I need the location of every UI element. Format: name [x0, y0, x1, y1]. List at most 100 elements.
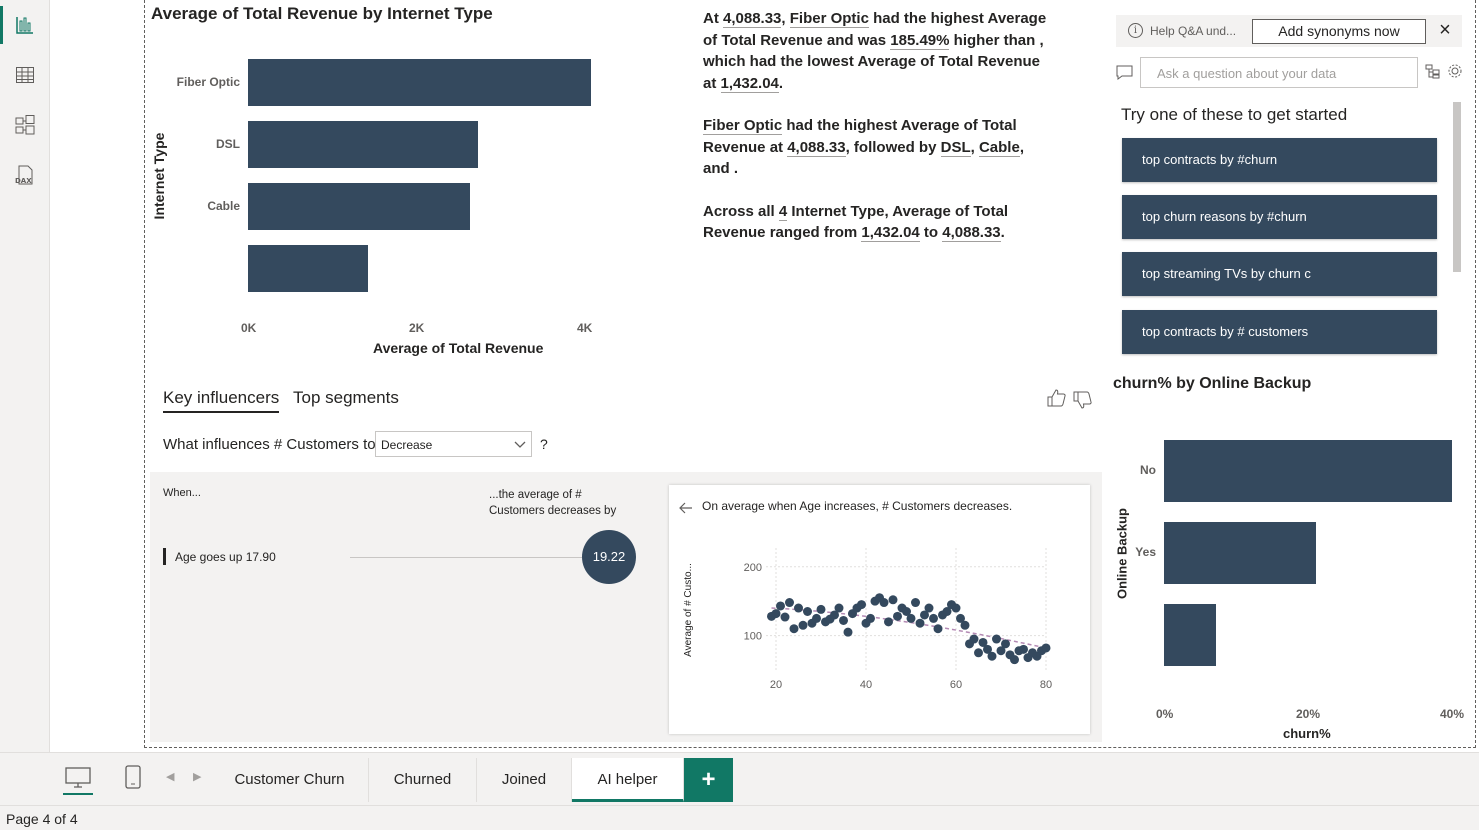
page-tab-churned[interactable]: Churned — [369, 758, 477, 802]
gear-icon[interactable] — [1447, 63, 1463, 79]
info-icon: i — [1128, 23, 1143, 38]
scatter-point — [884, 617, 893, 627]
report-view-button[interactable] — [0, 2, 50, 48]
bar[interactable] — [248, 183, 471, 230]
ki-help-mark[interactable]: ? — [540, 436, 548, 452]
narrative-text: At — [703, 10, 723, 27]
suggestion-button[interactable]: top contracts by # customers — [1122, 310, 1437, 354]
x-tick-label: 40% — [1440, 707, 1465, 721]
tab-top-segments[interactable]: Top segments — [293, 388, 399, 408]
qa-help-bar: i Help Q&A und... Add synonyms now × — [1116, 15, 1462, 47]
y-axis-title: Average of # Custo... — [683, 563, 694, 657]
scatter-point — [834, 603, 844, 613]
desktop-layout-button[interactable] — [63, 763, 93, 795]
table-view-button[interactable] — [0, 52, 50, 98]
scatter-point — [839, 615, 848, 625]
narrative-paragraph-1: At 4,088.33, Fiber Optic had the highest… — [703, 8, 1048, 94]
scatter-point — [857, 600, 866, 610]
add-synonyms-button[interactable]: Add synonyms now — [1252, 19, 1426, 44]
page-tab-ai-helper[interactable]: AI helper — [572, 758, 684, 802]
close-icon[interactable]: × — [1435, 19, 1455, 43]
bar[interactable] — [248, 245, 369, 292]
tab-key-influencers[interactable]: Key influencers — [163, 388, 280, 413]
qa-help: i Help Q&A und... — [1128, 23, 1236, 38]
narrative-text: to — [919, 224, 943, 241]
suggestion-button[interactable]: top contracts by #churn — [1122, 138, 1437, 182]
scatter-point — [911, 598, 920, 608]
ki-average-label: ...the average of # Customers decreases … — [489, 489, 617, 517]
narrative-text: . — [1000, 224, 1005, 241]
x-tick-label: 2K — [409, 321, 425, 335]
scatter-point — [924, 603, 934, 613]
scatter-point — [798, 620, 808, 630]
dax-query-button[interactable]: DAX — [0, 152, 50, 198]
x-tick-label: 4K — [577, 321, 593, 335]
narrative-value: 4,088.33 — [787, 138, 846, 157]
scatter-point — [771, 609, 781, 619]
narrative-paragraph-3: Across all 4 Internet Type, Average of T… — [703, 201, 1048, 244]
svg-text:DAX: DAX — [15, 177, 32, 185]
influencer-value-bubble[interactable]: 19.22 — [582, 530, 636, 584]
y-tick-label: 100 — [744, 631, 762, 643]
ki-direction-dropdown[interactable]: Decrease — [375, 431, 532, 457]
page-tab-customer-churn[interactable]: Customer Churn — [211, 758, 369, 802]
phone-icon[interactable] — [125, 765, 141, 789]
x-axis-title: Average of Total Revenue — [373, 340, 544, 356]
ki-selected-value: Decrease — [381, 438, 433, 452]
suggestions-title: Try one of these to get started — [1121, 105, 1348, 124]
model-view-button[interactable] — [0, 102, 50, 148]
category-label: DSL — [216, 136, 240, 151]
suggestion-button[interactable]: top streaming TVs by churn c — [1122, 252, 1437, 296]
narrative-paragraph-2: Fiber Optic had the highest Average of T… — [703, 115, 1048, 180]
narrative-value: Fiber Optic — [703, 117, 783, 135]
narrative-text: . — [778, 74, 784, 92]
scroll-right-icon[interactable]: ▶ — [193, 770, 201, 783]
qa-question-input[interactable]: Ask a question about your data — [1140, 57, 1418, 88]
monitor-icon — [65, 767, 91, 788]
narrative-value: 4,088.33 — [723, 10, 782, 28]
scatter-point — [933, 624, 943, 634]
bar[interactable] — [248, 121, 478, 168]
scatter-point — [879, 598, 889, 608]
scatter-point — [785, 598, 794, 608]
ki-detail-card: On average when Age increases, # Custome… — [669, 485, 1090, 734]
scatter-point — [812, 613, 821, 623]
bar[interactable] — [1164, 440, 1452, 502]
scatter-point — [803, 607, 812, 616]
qa-help-text: Help Q&A und... — [1150, 23, 1237, 38]
narrative-text: , followed by — [845, 138, 941, 156]
chevron-down-icon — [514, 441, 526, 448]
bar[interactable] — [1164, 604, 1216, 666]
arrow-left-icon[interactable] — [679, 502, 693, 514]
suggestion-button[interactable]: top churn reasons by #churn — [1122, 195, 1437, 239]
bar[interactable] — [1164, 522, 1317, 584]
ki-question-label: What influences # Customers to — [163, 436, 376, 453]
scatter-point — [1001, 639, 1010, 649]
scatter-point — [906, 613, 916, 623]
smart-narrative[interactable]: At 4,088.33, Fiber Optic had the highest… — [703, 8, 1048, 265]
x-tick-label: 40 — [860, 679, 872, 691]
page-tab-joined[interactable]: Joined — [477, 758, 572, 802]
add-page-button[interactable]: + — [684, 758, 733, 802]
scatter-point — [960, 620, 970, 630]
detail-header: On average when Age increases, # Custome… — [702, 499, 1013, 513]
scatter-point — [776, 601, 785, 611]
view-rail: DAX — [0, 0, 50, 805]
scatter-point — [969, 634, 979, 644]
thumbs-down-icon[interactable] — [1073, 391, 1092, 409]
scroll-left-icon[interactable]: ◀ — [166, 770, 174, 783]
narrative-value: 1,432.04 — [720, 74, 779, 93]
scatter-point — [987, 651, 997, 661]
model-view-icon — [15, 115, 35, 135]
suggestions-scrollbar[interactable] — [1453, 102, 1461, 272]
status-bar: Page 4 of 4 — [0, 805, 1479, 830]
scatter-point — [843, 627, 853, 637]
bar[interactable] — [248, 59, 591, 106]
field-list-icon[interactable] — [1425, 64, 1440, 79]
scatter-point — [888, 595, 898, 605]
comment-icon — [1116, 65, 1133, 80]
category-label: Cable — [207, 198, 240, 213]
thumbs-up-icon[interactable] — [1047, 389, 1066, 407]
x-tick-label: 0K — [241, 321, 257, 335]
influencer-label[interactable]: Age goes up 17.90 — [175, 550, 276, 564]
